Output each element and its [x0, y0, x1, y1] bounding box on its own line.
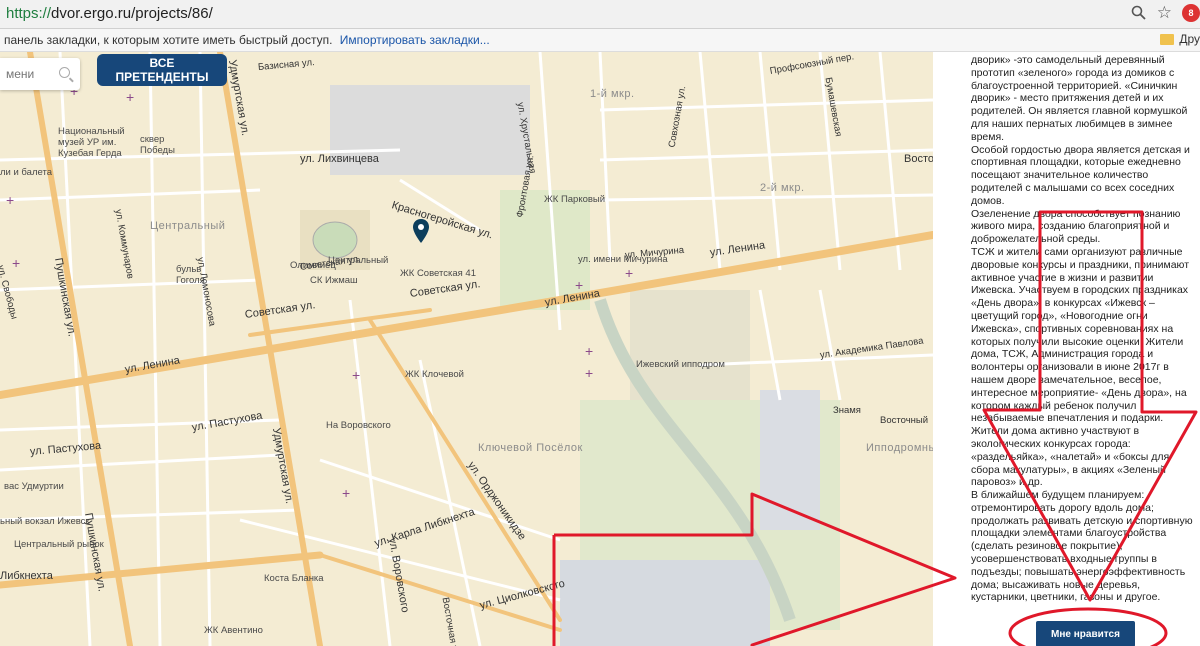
svg-text:+: +	[585, 365, 593, 381]
street-label: Восточ	[904, 153, 933, 165]
address-bar[interactable]: https://dvor.ergo.ru/projects/86/ ☆ 8	[0, 0, 1200, 29]
bookmark-star-icon[interactable]: ☆	[1157, 3, 1172, 23]
poi-label: ЖК Клочевой	[405, 369, 464, 380]
svg-text:+: +	[6, 192, 14, 208]
district-label: 1-й мкр.	[590, 88, 635, 100]
svg-text:+: +	[126, 89, 134, 105]
street-label: Восточный	[880, 415, 929, 426]
poi-label: Национальный музей УР им. Кузебая Герда	[58, 126, 125, 159]
description-paragraph: Озеленение двора способствует познанию ж…	[971, 207, 1181, 246]
zoom-icon[interactable]	[1131, 5, 1147, 21]
description-paragraph: В ближайшем будущем планируем: отремонти…	[971, 489, 1193, 604]
other-bookmarks[interactable]: Дру	[1160, 32, 1200, 46]
poi-label: бульв Гоголя	[176, 264, 205, 286]
description-paragraph: ТСЖ и жители сами организуют различные д…	[971, 245, 1189, 489]
folder-icon	[1160, 33, 1175, 45]
poi-label: ул. имени Мичурина	[578, 254, 668, 265]
project-description-panel: дворик» -это самодельный деревянный прот…	[933, 52, 1200, 646]
industrial-area	[760, 390, 820, 530]
poi-label: СК Ижмаш	[310, 275, 358, 286]
district-label: 2-й мкр.	[760, 182, 805, 194]
poi-label: Центральный	[328, 255, 389, 266]
bookmarks-hint: панель закладки, к которым хотите иметь …	[4, 33, 490, 47]
industrial-area	[560, 560, 770, 646]
poi-label: Центральный рынок	[14, 539, 104, 550]
url-path: dvor.ergo.ru/projects/86/	[51, 5, 213, 22]
import-bookmarks-link[interactable]: Импортировать закладки...	[340, 33, 490, 47]
poi-label: сквер Победы	[140, 134, 175, 156]
poi-label: Ижевский ипподром	[636, 359, 725, 370]
svg-text:+: +	[585, 343, 593, 359]
poi-label: На Воровского	[326, 420, 391, 431]
street-label: Знамя	[833, 405, 861, 416]
description-paragraph: дворик» -это самодельный деревянный прот…	[971, 54, 1188, 143]
district-label: Центральный	[150, 220, 226, 232]
bookmarks-bar: панель закладки, к которым хотите иметь …	[0, 29, 1200, 52]
bookmarks-hint-text: панель закладки, к которым хотите иметь …	[4, 33, 333, 47]
svg-text:+: +	[625, 265, 633, 281]
url-scheme: https://	[6, 5, 52, 22]
poi-label: вас Удмуртии	[4, 481, 64, 492]
description-paragraph: Особой гордостью двора является детская …	[971, 143, 1190, 207]
poi-label: ьный вокзал Ижевск	[0, 516, 90, 527]
extension-icon[interactable]: 8	[1182, 4, 1200, 22]
district-label: Ключевой Посёлок	[478, 442, 583, 454]
url-text[interactable]: https://dvor.ergo.ru/projects/86/	[6, 5, 213, 22]
svg-text:+: +	[342, 485, 350, 501]
poi-label: ли и балета	[0, 167, 52, 178]
stadium-icon	[312, 221, 358, 259]
like-button[interactable]: Мне нравится	[1036, 621, 1135, 646]
poi-label: ЖК Парковый	[544, 194, 606, 205]
svg-text:+: +	[352, 367, 360, 383]
map-search-box[interactable]	[0, 58, 80, 90]
poi-label: ЖК Авентино	[204, 625, 263, 636]
map-view[interactable]: + + + + + + + + + + Центральный Ключевой Посёло…	[0, 52, 933, 646]
svg-text:+: +	[12, 255, 20, 271]
search-icon[interactable]	[59, 67, 70, 78]
all-candidates-button[interactable]: ВСЕ ПРЕТЕНДЕНТЫ	[97, 54, 227, 86]
district-label: Ипподромны	[866, 442, 933, 454]
project-description: дворик» -это самодельный деревянный прот…	[971, 54, 1195, 604]
other-bookmarks-label: Дру	[1179, 32, 1200, 46]
map-search-input[interactable]	[4, 58, 58, 90]
street-label: ул. Лихвинцева	[300, 153, 379, 165]
street-label: Либкнехта	[0, 570, 53, 582]
hippodrome-area	[630, 290, 750, 400]
poi-label: Коста Бланка	[264, 573, 324, 584]
poi-label: ЖК Советская 41	[400, 268, 476, 279]
